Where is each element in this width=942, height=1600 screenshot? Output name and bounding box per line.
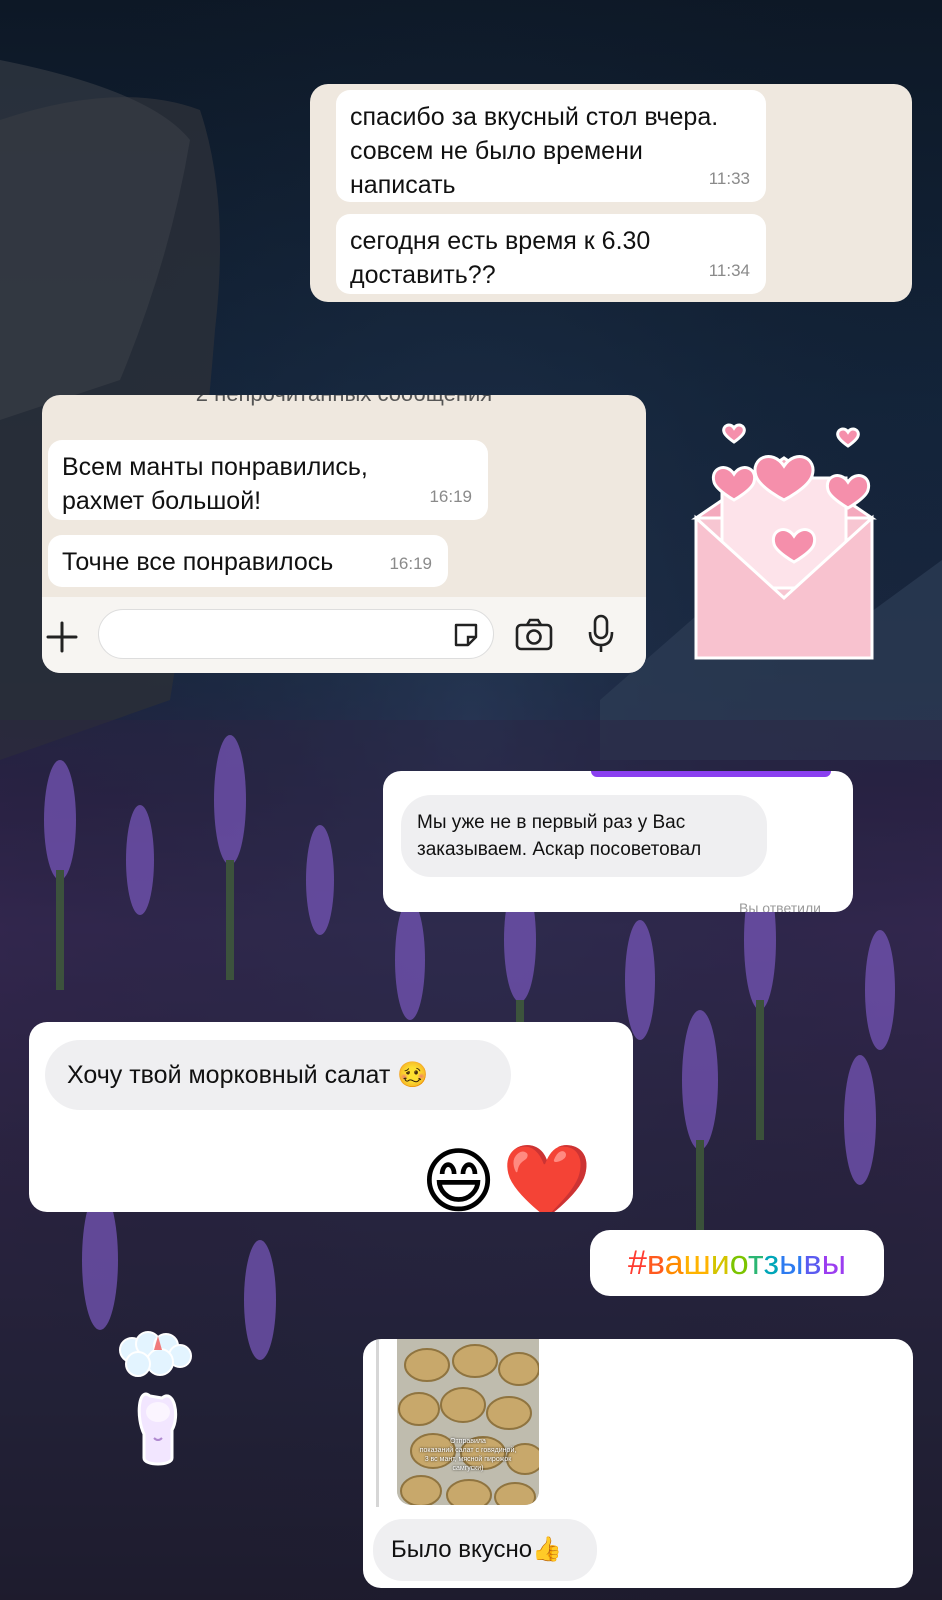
accent-bar bbox=[591, 771, 831, 777]
message-text: Было вкусно👍 bbox=[391, 1536, 563, 1563]
message-bubble: Всем манты понравились, рахмет большой! … bbox=[48, 440, 488, 520]
camera-icon[interactable] bbox=[514, 617, 554, 653]
message-text: Всем манты понравились, рахмет большой! bbox=[62, 453, 368, 515]
hashtag-char: а bbox=[664, 1244, 684, 1282]
instagram-chat-screenshot-3: Отправила показаний салат с говядиной, 3… bbox=[363, 1339, 913, 1588]
plus-icon[interactable] bbox=[44, 619, 80, 655]
message-time: 11:33 bbox=[708, 169, 750, 188]
hashtag-char: # bbox=[627, 1244, 647, 1282]
hashtag-char: в bbox=[803, 1244, 822, 1282]
hashtag-pill: #вашиотзывы bbox=[590, 1230, 884, 1296]
hashtag-char: т bbox=[747, 1244, 764, 1282]
message-bubble: сегодня есть время к 6.30 доставить?? 11… bbox=[336, 214, 766, 294]
microphone-icon[interactable] bbox=[586, 613, 616, 655]
sticker-icon[interactable] bbox=[451, 620, 481, 650]
hashtag-char: ы bbox=[779, 1244, 804, 1282]
message-time: 11:34 bbox=[708, 261, 750, 280]
dumplings-image bbox=[397, 1339, 539, 1505]
message-bubble: Хочу твой морковный салат 🥴 bbox=[45, 1040, 511, 1110]
message-text: Точне все понравилось bbox=[62, 548, 334, 576]
message-bubble: Мы уже не в первый раз у Вас заказываем.… bbox=[401, 795, 767, 877]
message-time: 16:19 bbox=[429, 487, 472, 506]
hashtag-char: ы bbox=[821, 1244, 847, 1282]
instagram-chat-screenshot-1: Мы уже не в первый раз у Вас заказываем.… bbox=[383, 771, 853, 912]
input-bar bbox=[42, 597, 646, 673]
message-input-field[interactable] bbox=[115, 620, 419, 648]
message-bubble: спасибо за вкусный стол вчера. совсем не… bbox=[336, 90, 766, 202]
envelope-with-hearts-sticker bbox=[691, 423, 877, 660]
instagram-chat-screenshot-2: Хочу твой морковный салат 🥴 😄❤️ bbox=[29, 1022, 633, 1212]
message-text: Мы уже не в первый раз у Вас заказываем.… bbox=[417, 812, 702, 860]
hashtag-char: и bbox=[710, 1244, 730, 1282]
message-text: Хочу твой морковный салат 🥴 bbox=[67, 1061, 429, 1089]
message-text: сегодня есть время к 6.30 доставить?? bbox=[350, 227, 651, 289]
message-text: спасибо за вкусный стол вчера. совсем не… bbox=[350, 103, 719, 199]
message-bubble: Точне все понравилось 16:19 bbox=[48, 535, 448, 587]
reply-line bbox=[376, 1339, 379, 1507]
shared-photo: Отправила показаний салат с говядиной, 3… bbox=[397, 1339, 539, 1505]
message-input[interactable] bbox=[98, 609, 494, 659]
hashtag-char: о bbox=[729, 1244, 748, 1282]
reply-status: Вы ответили bbox=[738, 900, 821, 912]
bunny-with-cloud-sticker bbox=[119, 1331, 192, 1466]
whatsapp-chat-screenshot-2: 2 непрочитанных сообщения Всем манты пон… bbox=[42, 395, 646, 673]
hashtag-text: #вашиотзывы bbox=[628, 1244, 846, 1282]
hashtag-char: ш bbox=[683, 1244, 711, 1282]
whatsapp-chat-screenshot-1: спасибо за вкусный стол вчера. совсем не… bbox=[310, 84, 912, 302]
unread-divider: 2 непрочитанных сообщения bbox=[42, 395, 646, 407]
hashtag-char: з bbox=[763, 1244, 780, 1282]
photo-caption: Отправила показаний салат с говядиной, 3… bbox=[419, 1438, 517, 1472]
hashtag-char: в bbox=[646, 1244, 665, 1282]
message-bubble: Было вкусно👍 bbox=[373, 1519, 597, 1581]
message-time: 16:19 bbox=[389, 554, 432, 573]
emoji-reactions: 😄❤️ bbox=[421, 1142, 598, 1212]
